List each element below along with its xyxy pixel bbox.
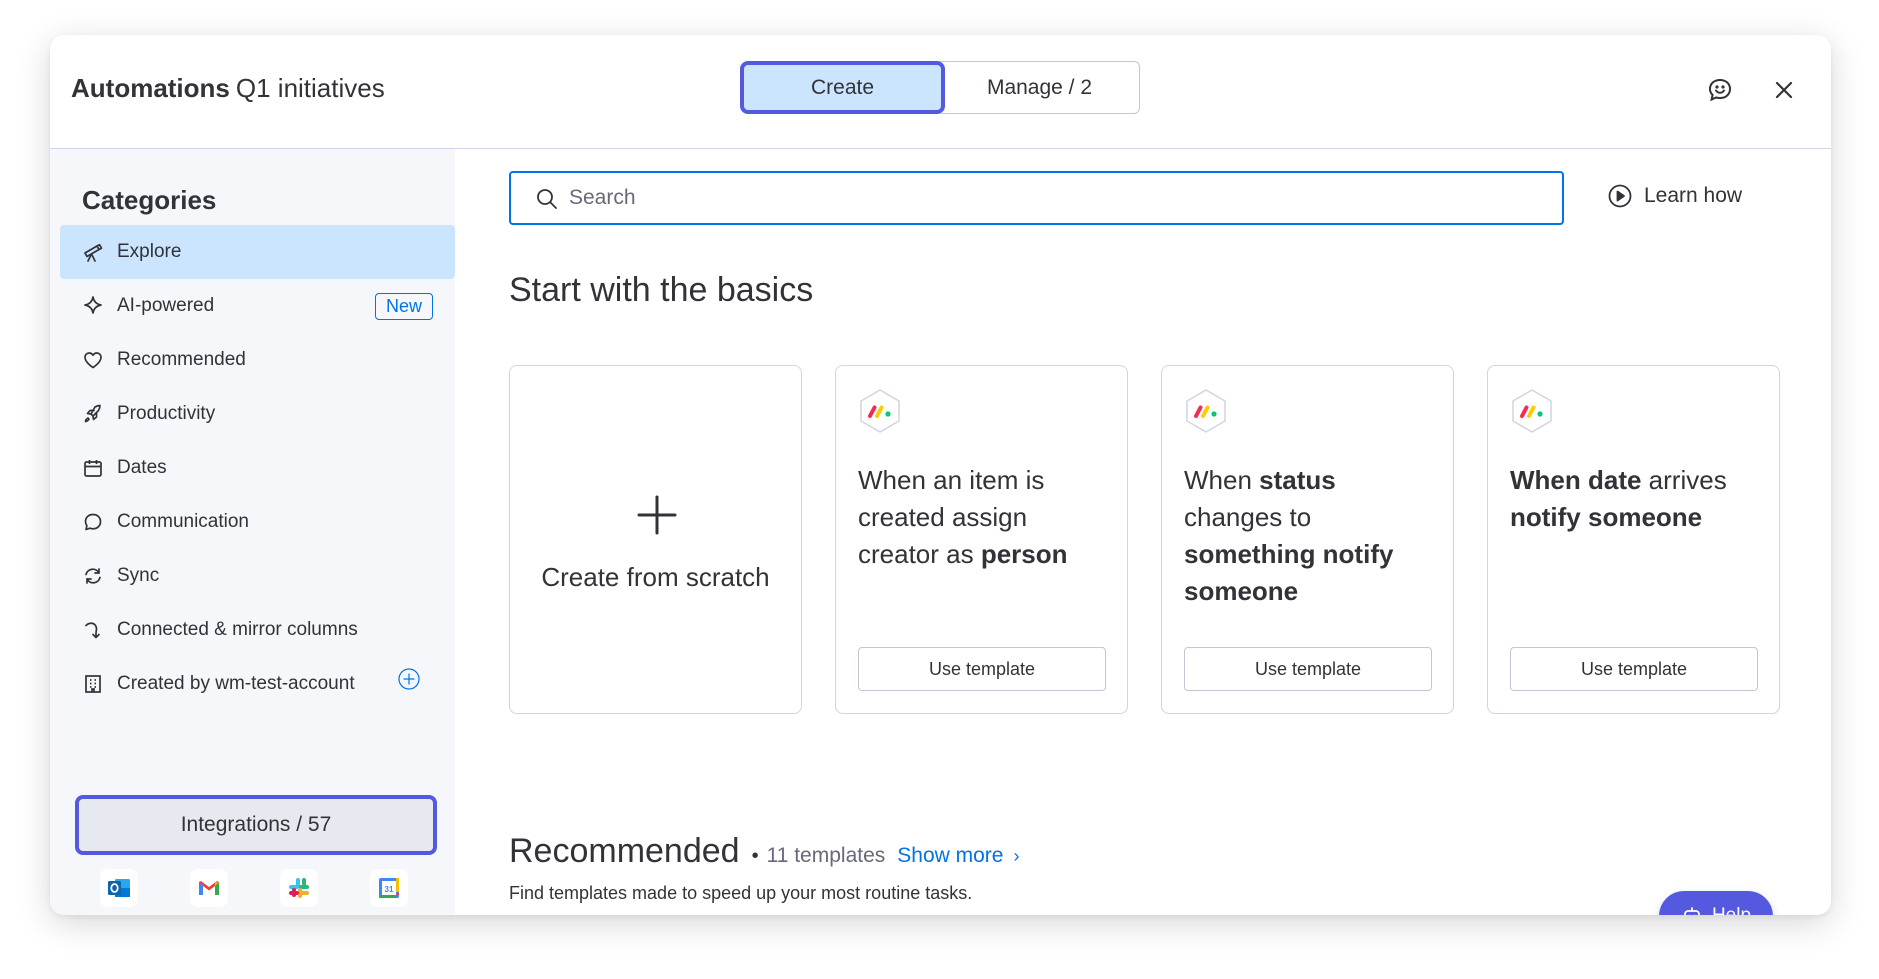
tab-create[interactable]: Create: [740, 61, 945, 114]
search-input[interactable]: [569, 181, 1529, 215]
use-template-button[interactable]: Use template: [1184, 647, 1432, 691]
building-icon: [85, 675, 101, 693]
show-more-link[interactable]: Show more ›: [897, 844, 1019, 868]
show-more-label: Show more: [897, 844, 1004, 867]
sidebar-item-recommended[interactable]: Recommended: [60, 333, 455, 387]
sidebar-item-explore[interactable]: Explore: [60, 225, 455, 279]
play-circle-icon: [1608, 184, 1632, 208]
sidebar-item-label: Explore: [117, 241, 182, 262]
template-recipe: When date arrives notify someone: [1510, 465, 1727, 532]
title-automations: Automations: [71, 73, 230, 103]
create-from-scratch-label: Create from scratch: [541, 562, 770, 592]
chat-bubble-icon: [84, 513, 102, 531]
sidebar-item-created-by[interactable]: Created by wm-test-account: [60, 657, 455, 711]
sidebar-item-dates[interactable]: Dates: [60, 441, 455, 495]
help-button[interactable]: Help: [1659, 891, 1773, 915]
sidebar-item-label: Connected & mirror columns: [117, 619, 358, 640]
sidebar-item-communication[interactable]: Communication: [60, 495, 455, 549]
template-recipe: When an item is created assign creator a…: [858, 465, 1068, 569]
monday-logo-icon: [1186, 389, 1226, 433]
connect-icon: [85, 622, 100, 639]
svg-text:31: 31: [385, 885, 394, 894]
categories-title: Categories: [82, 185, 217, 215]
sync-icon: [85, 568, 101, 584]
template-card[interactable]: When status changes to something notify …: [1161, 365, 1454, 714]
close-icon[interactable]: [1770, 76, 1798, 104]
automations-modal: Automations Q1 initiatives Create Manage …: [50, 35, 1831, 915]
template-recipe: When status changes to something notify …: [1184, 465, 1394, 606]
main-content: Learn how Start with the basics Create f…: [455, 149, 1831, 915]
sidebar-item-label: Productivity: [117, 403, 216, 424]
learn-how-link[interactable]: Learn how: [1607, 183, 1742, 209]
tab-manage[interactable]: Manage / 2: [940, 61, 1140, 114]
add-category-icon[interactable]: [398, 668, 420, 690]
google-calendar-icon[interactable]: 31: [370, 869, 408, 907]
sidebar-item-sync[interactable]: Sync: [60, 549, 455, 603]
sidebar-item-connected-mirror[interactable]: Connected & mirror columns: [60, 603, 455, 657]
sidebar-item-label: Communication: [117, 511, 249, 532]
modal-header: Automations Q1 initiatives Create Manage …: [50, 35, 1831, 149]
recommended-subtitle: Find templates made to speed up your mos…: [509, 883, 973, 903]
create-from-scratch-card[interactable]: Create from scratch: [509, 365, 802, 714]
heart-icon: [84, 352, 102, 369]
sidebar-item-label: Dates: [117, 457, 167, 478]
outlook-icon[interactable]: [100, 869, 138, 907]
page-title: Automations Q1 initiatives: [71, 73, 385, 104]
categories-list: Explore AI-powered New Recommended Produ…: [60, 225, 455, 711]
integration-icons: 31: [100, 869, 408, 907]
monday-logo-icon: [1512, 389, 1552, 433]
search-field: [509, 171, 1564, 225]
sidebar-item-label: AI-powered: [117, 295, 215, 316]
sparkle-icon: [84, 296, 102, 314]
template-card[interactable]: When date arrives notify someone Use tem…: [1487, 365, 1780, 714]
sidebar-item-label: Sync: [117, 565, 160, 586]
search-icon: [537, 189, 557, 209]
plus-icon: [637, 495, 677, 535]
robot-icon: [1684, 907, 1700, 915]
gmail-icon[interactable]: [190, 869, 228, 907]
feedback-icon[interactable]: [1706, 76, 1734, 104]
slack-icon[interactable]: [280, 869, 318, 907]
template-card[interactable]: When an item is created assign creator a…: [835, 365, 1128, 714]
sidebar-item-label: Created by wm-test-account: [117, 673, 355, 694]
monday-logo-icon: [860, 389, 900, 433]
sidebar-item-ai-powered[interactable]: AI-powered New: [60, 279, 455, 333]
telescope-icon: [84, 243, 103, 262]
learn-how-label: Learn how: [1644, 184, 1743, 207]
use-template-button[interactable]: Use template: [1510, 647, 1758, 691]
integrations-button[interactable]: Integrations / 57: [75, 795, 437, 855]
help-label: Help: [1712, 905, 1751, 915]
board-name: Q1 initiatives: [235, 73, 385, 103]
templates-count: 11 templates: [766, 844, 886, 867]
recommended-header: Recommended • 11 templates Show more ›: [509, 832, 1019, 871]
basics-title: Start with the basics: [509, 271, 814, 309]
use-template-button[interactable]: Use template: [858, 647, 1106, 691]
sidebar-item-label: Recommended: [117, 349, 246, 370]
categories-sidebar: Categories Explore AI-powered New Recomm…: [50, 149, 455, 915]
chevron-right-icon: ›: [1013, 846, 1020, 866]
new-badge: New: [374, 293, 433, 320]
separator-dot: •: [751, 845, 759, 867]
rocket-icon: [84, 404, 101, 423]
sidebar-item-productivity[interactable]: Productivity: [60, 387, 455, 441]
recommended-title: Recommended: [509, 832, 740, 870]
calendar-icon: [84, 460, 102, 477]
